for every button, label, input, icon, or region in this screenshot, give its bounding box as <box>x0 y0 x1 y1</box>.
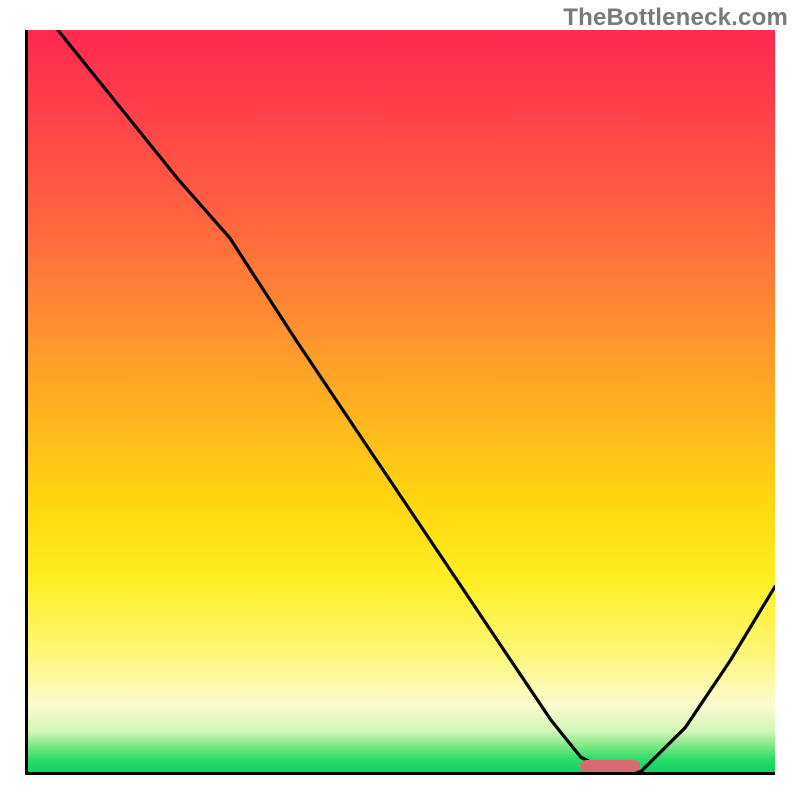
optimal-marker <box>580 760 640 772</box>
chart-container: TheBottleneck.com <box>0 0 800 800</box>
plot-area <box>25 30 775 775</box>
watermark-text: TheBottleneck.com <box>563 4 788 32</box>
bottleneck-curve <box>28 30 775 772</box>
